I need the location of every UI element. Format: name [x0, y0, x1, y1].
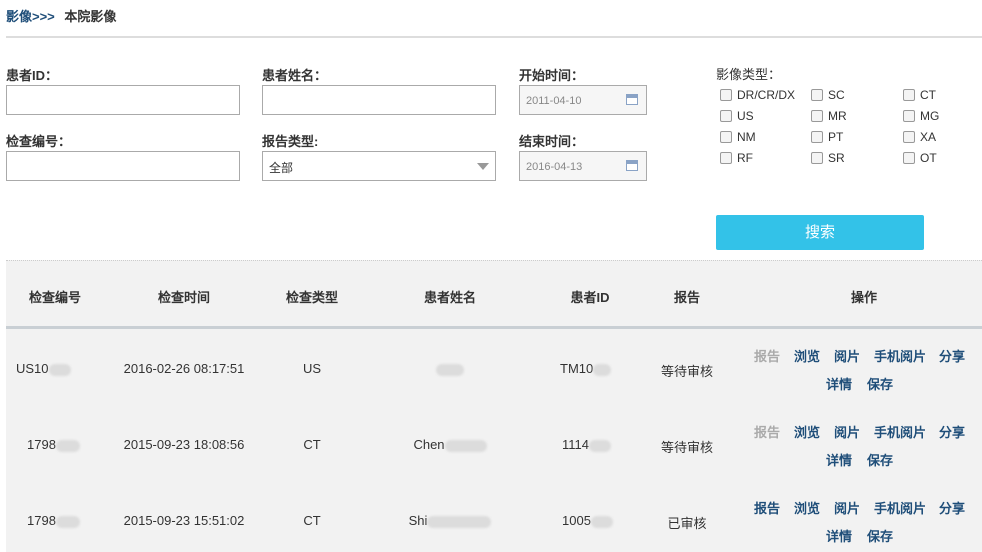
modality-checkbox-xa[interactable]: XA: [903, 130, 936, 144]
col-patient-name: 患者姓名: [423, 290, 476, 305]
cell-patient-id: 1114: [548, 437, 638, 452]
start-time-value: 2011-04-10: [526, 95, 582, 107]
checkbox-icon[interactable]: [811, 131, 823, 143]
cell-exam-no: 1798: [16, 437, 92, 452]
cell-report-status: 已审核: [667, 516, 707, 531]
checkbox-icon[interactable]: [720, 152, 732, 164]
col-report: 报告: [673, 290, 700, 305]
cell-patient-name: Chen: [400, 437, 500, 452]
report-type-select[interactable]: 全部: [262, 151, 496, 181]
cell-exam-no: 1798: [16, 513, 92, 528]
browse-link[interactable]: 浏览: [794, 422, 820, 441]
patient-id-input[interactable]: [6, 85, 240, 115]
cell-patient-id: 1005: [548, 513, 638, 528]
col-patient-id: 患者ID: [570, 290, 610, 305]
checkbox-icon[interactable]: [720, 131, 732, 143]
end-time-label: 结束时间：: [519, 134, 585, 149]
patient-name-label: 患者姓名：: [262, 68, 328, 83]
calendar-icon[interactable]: [626, 94, 638, 105]
exam-no-input[interactable]: [6, 151, 240, 181]
divider: [6, 36, 982, 38]
share-link[interactable]: 分享: [939, 346, 965, 365]
save-link[interactable]: 保存: [867, 374, 893, 393]
mobile-read-link[interactable]: 手机阅片: [874, 422, 926, 441]
cell-exam-time: 2015-09-23 15:51:02: [123, 513, 245, 528]
mobile-read-link[interactable]: 手机阅片: [874, 498, 926, 517]
save-link[interactable]: 保存: [867, 450, 893, 469]
chevron-down-icon: [477, 163, 489, 170]
modality-checkbox-mr[interactable]: MR: [811, 109, 847, 123]
modality-checkbox-rf[interactable]: RF: [720, 151, 753, 165]
checkbox-icon[interactable]: [720, 89, 732, 101]
col-exam-time: 检查时间: [157, 290, 210, 305]
header-divider: [6, 326, 982, 329]
end-time-input[interactable]: 2016-04-13: [519, 151, 647, 181]
cell-exam-time: 2015-09-23 18:08:56: [123, 437, 245, 452]
end-time-value: 2016-04-13: [526, 161, 583, 173]
modality-label: 影像类型：: [716, 67, 782, 82]
browse-link[interactable]: 浏览: [794, 498, 820, 517]
modality-checkbox-ot[interactable]: OT: [903, 151, 937, 165]
cell-exam-type: CT: [303, 513, 321, 528]
report-type-label: 报告类型:: [262, 134, 319, 149]
checkbox-icon[interactable]: [903, 110, 915, 122]
detail-link[interactable]: 详情: [826, 526, 852, 545]
modality-checkbox-sr[interactable]: SR: [811, 151, 845, 165]
breadcrumb-root[interactable]: 影像>>>: [6, 9, 55, 24]
col-actions: 操作: [850, 290, 877, 305]
report-type-value: 全部: [269, 161, 294, 175]
checkbox-icon[interactable]: [720, 110, 732, 122]
patient-name-input[interactable]: [262, 85, 496, 115]
checkbox-icon[interactable]: [811, 110, 823, 122]
cell-patient-name: Shi: [396, 513, 504, 528]
modality-checkbox-nm[interactable]: NM: [720, 130, 756, 144]
checkbox-icon[interactable]: [903, 89, 915, 101]
breadcrumb: 影像>>> 本院影像: [6, 6, 116, 25]
breadcrumb-current: 本院影像: [64, 9, 117, 24]
cell-report-status: 等待审核: [660, 364, 713, 379]
start-time-input[interactable]: 2011-04-10: [519, 85, 647, 115]
read-link[interactable]: 阅片: [834, 346, 860, 365]
exam-no-label: 检查编号：: [6, 134, 72, 149]
search-button[interactable]: 搜索: [716, 215, 924, 250]
detail-link[interactable]: 详情: [826, 374, 852, 393]
cell-exam-no: US10: [16, 361, 92, 376]
start-time-label: 开始时间：: [519, 68, 585, 83]
patient-id-label: 患者ID：: [6, 68, 59, 83]
modality-checkbox-mg[interactable]: MG: [903, 109, 939, 123]
checkbox-icon[interactable]: [811, 89, 823, 101]
read-link[interactable]: 阅片: [834, 498, 860, 517]
report-link: 报告: [754, 349, 781, 364]
modality-checkbox-dr[interactable]: DR/CR/DX: [720, 88, 795, 102]
calendar-icon[interactable]: [626, 160, 638, 171]
cell-patient-id: TM10: [548, 361, 638, 376]
checkbox-icon[interactable]: [903, 152, 915, 164]
detail-link[interactable]: 详情: [826, 450, 852, 469]
report-link[interactable]: 报告: [754, 498, 780, 517]
checkbox-icon[interactable]: [903, 131, 915, 143]
checkbox-icon[interactable]: [811, 152, 823, 164]
modality-checkbox-pt[interactable]: PT: [811, 130, 843, 144]
modality-checkbox-us[interactable]: US: [720, 109, 754, 123]
col-exam-type: 检查类型: [285, 290, 338, 305]
save-link[interactable]: 保存: [867, 526, 893, 545]
modality-checkbox-sc[interactable]: SC: [811, 88, 845, 102]
cell-exam-time: 2016-02-26 08:17:51: [123, 361, 245, 376]
share-link[interactable]: 分享: [939, 422, 965, 441]
cell-exam-type: CT: [303, 437, 321, 452]
cell-patient-name: [410, 361, 490, 376]
cell-report-status: 等待审核: [660, 440, 713, 455]
mobile-read-link[interactable]: 手机阅片: [874, 346, 926, 365]
modality-checkbox-ct[interactable]: CT: [903, 88, 936, 102]
share-link[interactable]: 分享: [939, 498, 965, 517]
cell-exam-type: US: [302, 361, 322, 376]
browse-link[interactable]: 浏览: [794, 346, 820, 365]
report-link: 报告: [754, 425, 781, 440]
read-link[interactable]: 阅片: [834, 422, 860, 441]
col-exam-no: 检查编号: [28, 290, 81, 305]
